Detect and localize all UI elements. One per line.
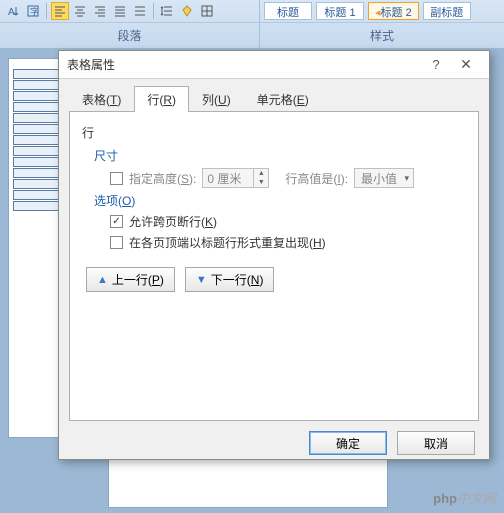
repeat-header-checkbox[interactable] bbox=[110, 236, 123, 249]
table-properties-dialog: 表格属性 ? ✕ 表格(T) 行(R) 列(U) 单元格(E) 行 尺寸 指定高… bbox=[58, 50, 490, 460]
style-item-heading2[interactable]: ◂标题 2 bbox=[368, 2, 419, 20]
next-row-label: 下一行(N) bbox=[211, 271, 264, 288]
align-justify-icon[interactable] bbox=[111, 2, 129, 20]
close-button[interactable]: ✕ bbox=[451, 55, 481, 75]
styles-section-label: 样式 bbox=[260, 22, 504, 48]
dialog-tabs: 表格(T) 行(R) 列(U) 单元格(E) bbox=[59, 79, 489, 111]
row-height-is-label: 行高值是(I): bbox=[285, 170, 348, 187]
help-button[interactable]: ? bbox=[421, 55, 451, 75]
next-row-button[interactable]: ▼ 下一行(N) bbox=[185, 267, 275, 292]
shading-icon[interactable] bbox=[178, 2, 196, 20]
style-item-heading1[interactable]: 标题 1 bbox=[316, 2, 364, 20]
tab-table[interactable]: 表格(T) bbox=[69, 86, 134, 112]
options-label: 选项(O) bbox=[94, 192, 466, 209]
spinner-down-icon[interactable]: ▼ bbox=[254, 178, 268, 187]
style-label: 标题 2 bbox=[381, 7, 412, 19]
line-spacing-icon[interactable] bbox=[158, 2, 176, 20]
row-nav-buttons: ▲ 上一行(P) ▼ 下一行(N) bbox=[86, 267, 466, 292]
ribbon-paragraph-group: A 字 段落 bbox=[0, 0, 260, 48]
style-gallery: 标题 标题 1 ◂标题 2 副标题 bbox=[260, 0, 504, 22]
tab-cell[interactable]: 单元格(E) bbox=[244, 86, 322, 112]
align-right-icon[interactable] bbox=[91, 2, 109, 20]
dialog-title: 表格属性 bbox=[67, 56, 421, 73]
borders-icon[interactable] bbox=[198, 2, 216, 20]
allow-break-checkbox[interactable] bbox=[110, 215, 123, 228]
text-direction-icon[interactable]: A bbox=[4, 2, 22, 20]
allow-break-label: 允许跨页断行(K) bbox=[129, 213, 217, 230]
height-input[interactable] bbox=[203, 169, 253, 187]
paragraph-section-label: 段落 bbox=[0, 22, 259, 48]
style-item-title[interactable]: 标题 bbox=[264, 2, 312, 20]
distribute-icon[interactable] bbox=[131, 2, 149, 20]
dialog-button-row: 确定 取消 bbox=[59, 431, 489, 465]
align-left-icon[interactable] bbox=[51, 2, 69, 20]
paragraph-toolbar: A 字 bbox=[0, 0, 259, 22]
row-height-type-select[interactable]: 最小值 bbox=[354, 168, 414, 188]
svg-text:A: A bbox=[8, 7, 15, 18]
specify-height-label: 指定高度(S): bbox=[129, 170, 196, 187]
arrow-up-icon: ▲ bbox=[97, 274, 108, 286]
specify-height-checkbox[interactable] bbox=[110, 172, 123, 185]
height-spinner[interactable]: ▲ ▼ bbox=[202, 168, 269, 188]
allow-break-row: 允许跨页断行(K) bbox=[110, 213, 466, 230]
ribbon-styles-group: 标题 标题 1 ◂标题 2 副标题 样式 bbox=[260, 0, 504, 48]
repeat-header-row: 在各页顶端以标题行形式重复出现(H) bbox=[110, 234, 466, 251]
watermark: phpphp中文网中文网 bbox=[433, 488, 496, 507]
ok-button[interactable]: 确定 bbox=[309, 431, 387, 455]
text-box-icon[interactable]: 字 bbox=[24, 2, 42, 20]
tab-column[interactable]: 列(U) bbox=[189, 86, 244, 112]
tab-panel-row: 行 尺寸 指定高度(S): ▲ ▼ 行高值是(I): 最小值 选项(O) 允许跨… bbox=[69, 111, 479, 421]
prev-row-label: 上一行(P) bbox=[112, 271, 164, 288]
repeat-header-label: 在各页顶端以标题行形式重复出现(H) bbox=[129, 234, 326, 251]
dialog-titlebar: 表格属性 ? ✕ bbox=[59, 51, 489, 79]
size-label: 尺寸 bbox=[94, 147, 466, 164]
align-center-icon[interactable] bbox=[71, 2, 89, 20]
group-row-label: 行 bbox=[82, 124, 466, 141]
tab-row[interactable]: 行(R) bbox=[134, 86, 189, 112]
prev-row-button[interactable]: ▲ 上一行(P) bbox=[86, 267, 175, 292]
svg-text:字: 字 bbox=[30, 6, 39, 17]
arrow-down-icon: ▼ bbox=[196, 274, 207, 286]
height-row: 指定高度(S): ▲ ▼ 行高值是(I): 最小值 bbox=[110, 168, 466, 188]
spinner-up-icon[interactable]: ▲ bbox=[254, 169, 268, 178]
cancel-button[interactable]: 取消 bbox=[397, 431, 475, 455]
style-item-subtitle[interactable]: 副标题 bbox=[423, 2, 471, 20]
ribbon: A 字 段落 标题 标题 1 ◂标题 2 副标题 样式 bbox=[0, 0, 504, 48]
